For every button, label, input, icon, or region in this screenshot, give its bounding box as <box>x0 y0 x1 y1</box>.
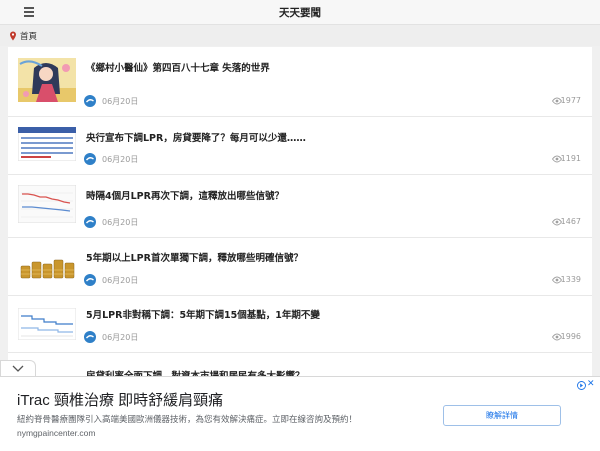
source-logo-icon <box>84 274 96 286</box>
anime-girl-thumbnail <box>18 58 76 102</box>
ad-banner[interactable]: ✕ iTrac 頸椎治療 即時舒緩肩頸痛 紐約脊骨醫療團隊引入高端美國歐洲儀器技… <box>0 376 600 451</box>
article-title[interactable]: 5年期以上LPR首次單獨下調，釋放哪些明確信號？ <box>86 250 582 264</box>
line-chart-thumbnail <box>18 185 76 223</box>
chevron-down-icon <box>12 365 24 372</box>
view-count: 1977 <box>560 96 581 105</box>
article-list: 《鄉村小醫仙》第四百八十七章 失落的世界 06月20日 1977 央行宣布下調L… <box>8 47 592 377</box>
source-logo-icon <box>84 153 96 165</box>
view-count: 1339 <box>560 275 581 284</box>
ad-title[interactable]: iTrac 頸椎治療 即時舒緩肩頸痛 <box>17 389 223 410</box>
ad-url[interactable]: nymgpaincenter.com <box>17 428 95 438</box>
rate-table-thumbnail <box>18 127 76 161</box>
article-date: 06月20日 <box>102 218 139 227</box>
source-logo-icon <box>84 95 96 107</box>
article-date: 06月20日 <box>102 97 139 106</box>
article-title[interactable]: 時隔4個月LPR再次下調，這釋放出哪些信號？ <box>86 188 582 202</box>
article-title[interactable]: 5月LPR非對稱下調：5年期下調15個基點，1年期不變 <box>86 307 582 321</box>
breadcrumb: 首頁 <box>0 25 600 46</box>
ad-description: 紐約脊骨醫療團隊引入高端美國歐洲儀器技術，為您有效解決痛症。立即在線咨詢及預約！ <box>17 415 358 425</box>
source-logo-icon <box>84 331 96 343</box>
site-title[interactable]: 天天要聞 <box>0 5 600 20</box>
learn-more-button[interactable]: 瞭解詳情 <box>443 405 561 426</box>
top-bar: 天天要聞 <box>0 0 600 25</box>
list-item[interactable]: 5月LPR非對稱下調：5年期下調15個基點，1年期不變 06月20日 1996 <box>8 296 592 353</box>
adchoices-icon[interactable] <box>577 381 586 390</box>
article-date: 06月20日 <box>102 333 139 342</box>
list-item[interactable]: 《鄉村小醫仙》第四百八十七章 失落的世界 06月20日 1977 <box>8 47 592 117</box>
step-chart-thumbnail <box>18 308 76 340</box>
collapse-ad-button[interactable] <box>0 360 36 376</box>
article-date: 06月20日 <box>102 276 139 285</box>
view-count: 1996 <box>560 332 581 341</box>
breadcrumb-home[interactable]: 首頁 <box>20 30 37 42</box>
location-pin-icon <box>10 31 16 41</box>
list-item[interactable]: 5年期以上LPR首次單獨下調，釋放哪些明確信號？ 06月20日 1339 <box>8 238 592 296</box>
list-item[interactable]: 時隔4個月LPR再次下調，這釋放出哪些信號？ 06月20日 1467 <box>8 175 592 238</box>
article-title[interactable]: 《鄉村小醫仙》第四百八十七章 失落的世界 <box>86 60 582 74</box>
coins-thumbnail <box>18 252 76 282</box>
article-title[interactable]: 央行宣布下調LPR，房貸要降了？每月可以少還…… <box>86 130 582 144</box>
view-count: 1467 <box>560 217 581 226</box>
ad-close-button[interactable]: ✕ <box>587 379 595 389</box>
view-count: 1191 <box>560 154 581 163</box>
list-item[interactable]: 房貸利率全面下調，對資本市場和居民有多大影響？ <box>8 353 592 377</box>
list-item[interactable]: 央行宣布下調LPR，房貸要降了？每月可以少還…… 06月20日 1191 <box>8 117 592 175</box>
article-date: 06月20日 <box>102 155 139 164</box>
source-logo-icon <box>84 216 96 228</box>
